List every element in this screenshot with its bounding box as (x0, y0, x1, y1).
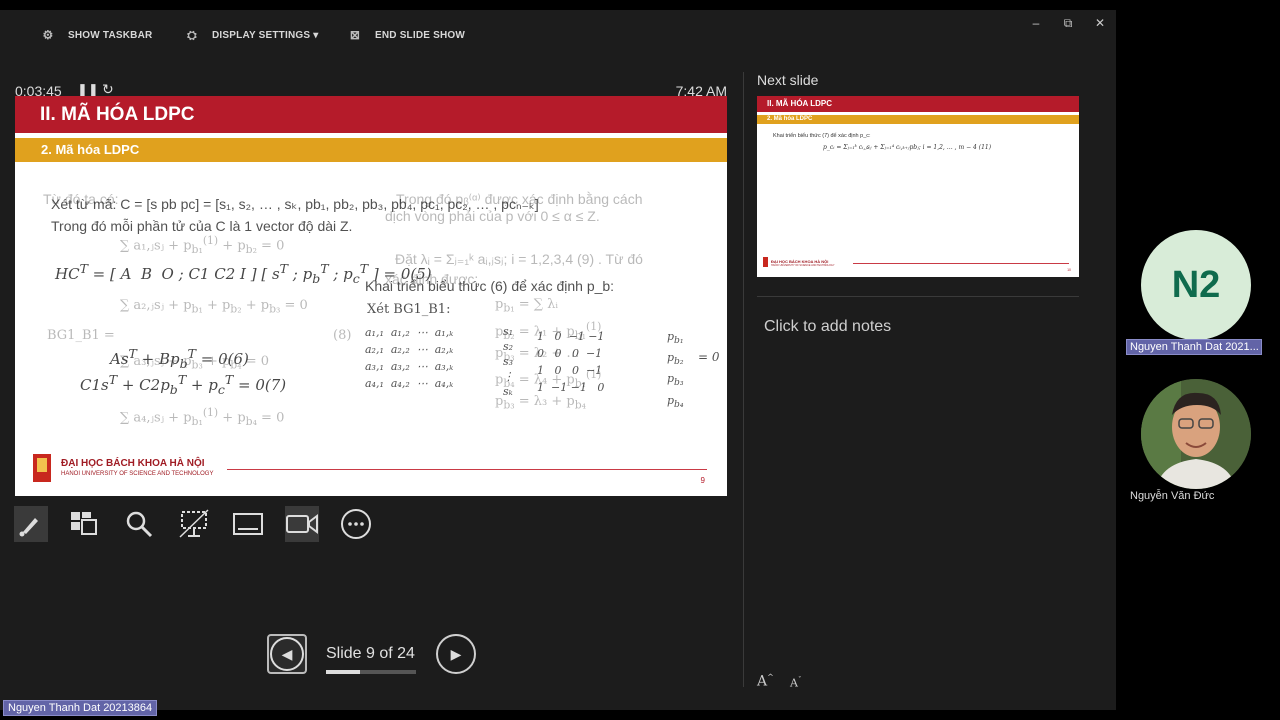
previous-slide-button[interactable]: ◀ (267, 634, 307, 674)
more-options-button[interactable] (339, 506, 373, 542)
equals-zero: = 0 (698, 350, 720, 364)
end-slide-show-label: END SLIDE SHOW (375, 29, 466, 41)
slide-progress-bar (326, 670, 416, 674)
ghost-sum-1: ∑ a₁,ⱼsⱼ + pb₁(1) + pb₂ = 0 (120, 234, 285, 256)
display-settings-label: DISPLAY SETTINGS ▾ (212, 29, 319, 41)
next-slide-title-bar: II. MÃ HÓA LDPC (757, 96, 1079, 112)
end-slide-show-button[interactable]: ⊠ END SLIDE SHOW (347, 28, 465, 42)
subtitles-icon (233, 513, 263, 535)
panel-divider[interactable] (743, 72, 744, 687)
slide-progress-fill (326, 670, 360, 674)
avatar: N2 (1141, 230, 1251, 340)
next-slide-subtitle-bar: 2. Mã hóa LDPC (757, 115, 1079, 124)
participant-name: Nguyen Thanh Dat 2021... (1126, 339, 1262, 355)
zoom-icon (126, 511, 153, 538)
university-logo (33, 454, 51, 482)
slide-subtitle: 2. Mã hóa LDPC (41, 142, 140, 157)
notes-separator[interactable] (757, 296, 1079, 297)
slide-navigation: ◀ Slide 9 of 24 ▶ (265, 634, 485, 676)
taskbar-icon: ⚙ (42, 28, 54, 42)
pen-tool-button[interactable] (14, 506, 48, 542)
next-slide-university-en: HANOI UNIVERSITY OF SCIENCE AND TECHNOLO… (771, 264, 835, 267)
participant-name: Nguyễn Văn Đức (1130, 490, 1215, 502)
university-name-vn: ĐẠI HỌC BÁCH KHOA HÀ NỘI (61, 458, 205, 469)
pen-icon (19, 518, 38, 537)
next-slide-title: II. MÃ HÓA LDPC (767, 99, 833, 108)
ghost-sum-4: ∑ a₄,ⱼsⱼ + pb₁(1) + pb₄ = 0 (120, 406, 285, 428)
next-slide-page-number: 10 (1067, 268, 1071, 272)
close-button[interactable]: ✕ (1090, 15, 1110, 31)
next-slide-button[interactable]: ▶ (436, 634, 476, 674)
matrix-a: a₁,₁ a₁,₂ ⋯ a₁,ₖ a₂,₁ a₂,₂ ⋯ a₂,ₖ a₃,₁ a₃,… (365, 326, 454, 390)
restore-button[interactable]: ⧉ (1058, 15, 1078, 31)
decrease-font-button[interactable]: Aˇ (790, 676, 801, 690)
ghost-eq8: (8) (333, 328, 352, 343)
codeword-line: Xét từ mã: C = [s pb pc] = [s₁, s₂, … , … (51, 196, 539, 212)
next-slide-footer-line (853, 263, 1069, 264)
previous-icon: ◀ (281, 645, 293, 662)
see-all-slides-button[interactable] (67, 506, 101, 542)
end-show-icon: ⊠ (349, 28, 361, 42)
slide-title: II. MÃ HÓA LDPC (40, 104, 195, 125)
slide-page-number: 9 (700, 476, 705, 485)
ghost-text-4: Đặt λᵢ = Σⱼ₌₁ᵏ aᵢ,ⱼsⱼ; i = 1,2,3,4 (9) .… (395, 251, 643, 267)
more-icon (341, 509, 371, 539)
footer-line (227, 469, 707, 470)
university-name-en: HANOI UNIVERSITY OF SCIENCE AND TECHNOLO… (61, 471, 214, 477)
show-taskbar-label: SHOW TASKBAR (68, 29, 153, 41)
current-slide[interactable]: II. MÃ HÓA LDPC 2. Mã hóa LDPC Từ đó ta … (15, 96, 727, 496)
equation-5: HCT = [ A B O ; C1 C2 I ] [ sT ; pbT ; p… (55, 261, 432, 286)
ghost-bg1: BG1_B1 = (47, 328, 115, 343)
display-settings-button[interactable]: ⛭ DISPLAY SETTINGS ▾ (184, 28, 318, 42)
equation-7: C1sT + C2pbT + pcT = 0(7) (80, 372, 287, 397)
subtitles-button[interactable] (231, 506, 265, 542)
next-slide-subtitle: 2. Mã hóa LDPC (767, 116, 813, 122)
self-name-label: Nguyen Thanh Dat 20213864 (3, 700, 158, 716)
vector-pb: pb₁ pb₂ pb₃ pb₄ (667, 330, 684, 410)
increase-font-button[interactable]: A^ (757, 673, 774, 690)
vector-length-line: Trong đó mỗi phần tử của C là 1 vector đ… (51, 218, 353, 234)
vector-s: s₁ s₂ s₃ ⋮ sₖ (503, 325, 514, 398)
slide-counter[interactable]: Slide 9 of 24 (326, 645, 415, 663)
equation-6: AsT + BpbT = 0(6) (110, 346, 249, 371)
next-slide-preview[interactable]: II. MÃ HÓA LDPC 2. Mã hóa LDPC Khai triể… (757, 96, 1079, 277)
top-toolbar: ⚙ SHOW TASKBAR ⛭ DISPLAY SETTINGS ▾ ⊠ EN… (0, 10, 1116, 60)
show-taskbar-button[interactable]: ⚙ SHOW TASKBAR (40, 28, 153, 42)
slide-grid-icon (71, 512, 97, 535)
slide-subtitle-bar: 2. Mã hóa LDPC (15, 138, 727, 162)
zoom-button[interactable] (122, 506, 156, 542)
display-settings-icon: ⛭ (187, 28, 197, 42)
slide-title-bar: II. MÃ HÓA LDPC (15, 96, 727, 133)
next-slide-logo (763, 257, 768, 267)
next-slide-label: Next slide (757, 72, 819, 88)
matrix-b: 1 0 −1 −1 0 0 0 −1 1 0 0 −1 1 −1 −1 0 (537, 330, 605, 394)
ghost-sum-2: ∑ a₂,ⱼsⱼ + pb₁ + pb₂ + pb₃ = 0 (120, 298, 308, 316)
camera-button[interactable] (285, 506, 319, 542)
black-screen-button[interactable] (177, 506, 211, 542)
speaker-notes-area[interactable]: Click to add notes (764, 318, 891, 336)
next-icon: ▶ (450, 645, 462, 662)
next-slide-formula: p_cᵢ = Σⱼ₌₁ᵏ cᵢ,ⱼsⱼ + Σⱼ₌₁⁴ cᵢ,ₖ₊ⱼpbⱼ; i… (823, 144, 992, 151)
participant-video (1141, 379, 1251, 489)
pointer-screen-icon (179, 509, 209, 538)
camera-icon (286, 514, 318, 534)
next-slide-body: Khai triển biểu thức (7) để xác định p_c… (773, 133, 871, 139)
xet-bg1-line: Xét BG1_B1: (367, 302, 451, 317)
minimize-button[interactable]: – (1026, 15, 1046, 31)
